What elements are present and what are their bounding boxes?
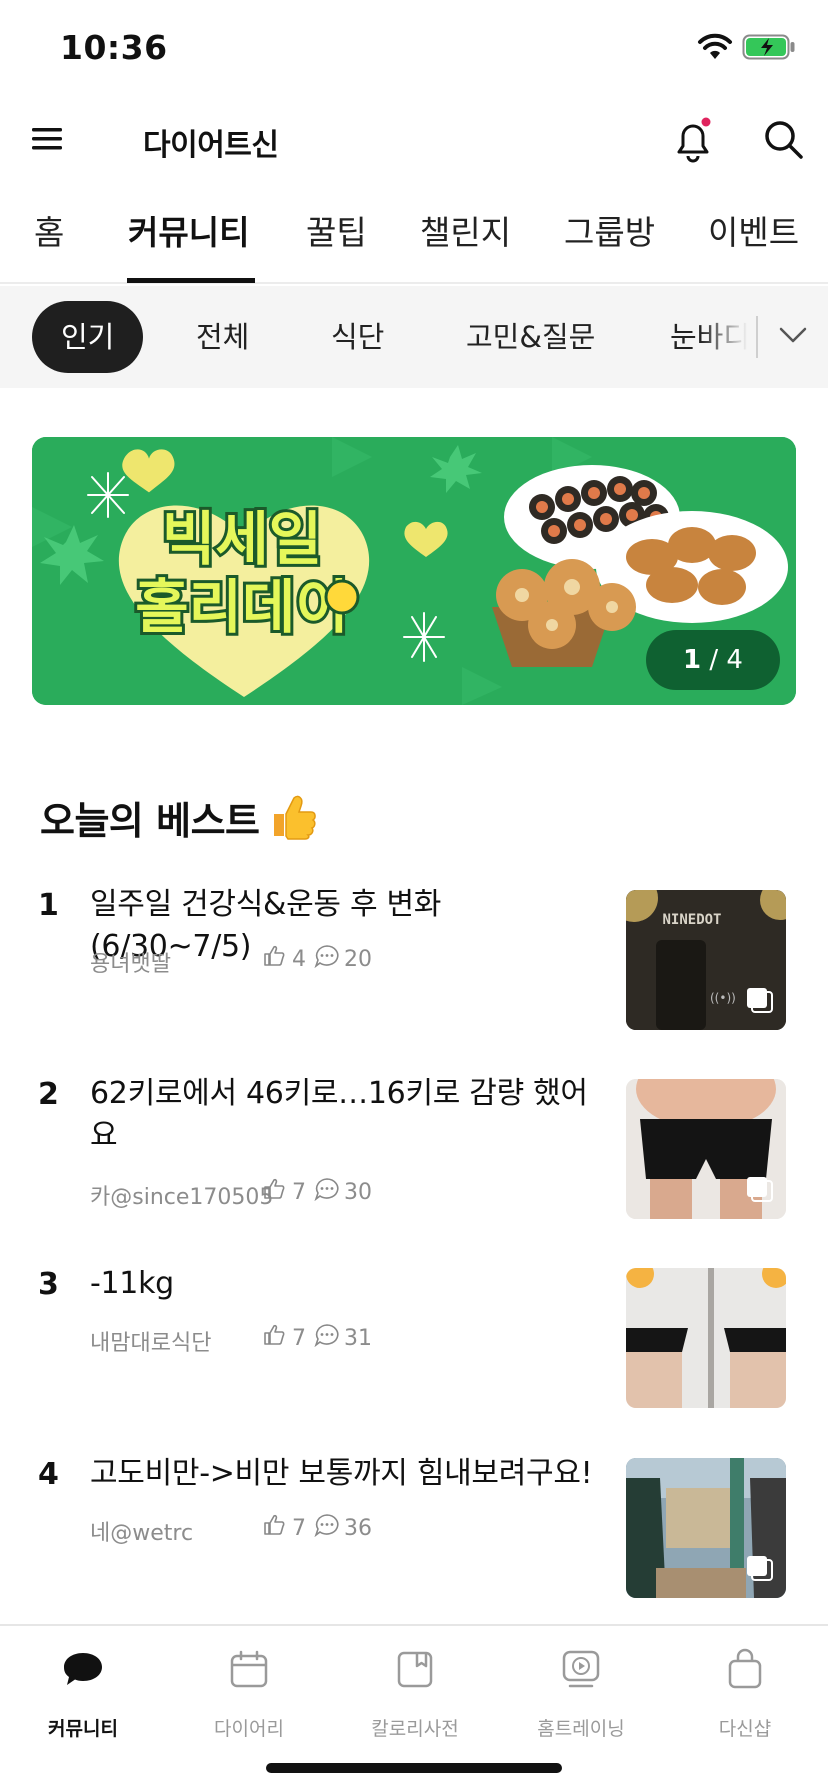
nav-label: 칼로리사전 — [371, 1718, 459, 1740]
tab-group-room[interactable]: 그룹방 — [564, 206, 655, 254]
chevron-down-icon[interactable] — [776, 318, 810, 352]
nav-label: 홈트레이닝 — [537, 1718, 625, 1740]
best-post-item[interactable]: 2 62키로에서 46키로…16키로 감량 했어요 카@since170505 … — [0, 1073, 828, 1233]
post-author: 카@since170505 — [90, 1185, 274, 1210]
tab-challenge[interactable]: 챌린지 — [420, 206, 511, 254]
nav-community[interactable]: 커뮤니티 — [0, 1640, 166, 1740]
thumbs-up-icon — [274, 795, 316, 840]
post-thumbnail — [626, 1458, 786, 1598]
post-author: 네@wetrc — [90, 1521, 194, 1546]
hamburger-menu-icon[interactable] — [30, 124, 64, 154]
multiple-images-icon — [747, 1177, 773, 1202]
post-title: -11kg — [90, 1266, 174, 1301]
play-video-icon — [562, 1650, 600, 1688]
like-icon — [264, 1324, 285, 1345]
comment-icon — [314, 1324, 339, 1347]
post-title: 62키로에서 46키로…16키로 감량 했어요 — [90, 1076, 588, 1153]
tab-community[interactable]: 커뮤니티 — [128, 206, 249, 254]
banner-page-indicator: 1 / 4 — [646, 630, 780, 690]
status-time: 10:36 — [60, 28, 168, 67]
post-rank: 3 — [38, 1267, 59, 1302]
home-indicator — [266, 1763, 562, 1773]
post-rank: 4 — [38, 1457, 59, 1492]
shopping-bag-icon — [728, 1648, 762, 1689]
promo-banner[interactable]: 빅세일 홀리데이 1 / 4 — [32, 437, 796, 705]
status-bar: 10:36 — [0, 0, 828, 100]
post-thumbnail — [626, 1268, 786, 1408]
comment-icon — [314, 1514, 339, 1537]
app-title: 다이어트신 — [143, 128, 279, 163]
post-author: 용녀뱃딸 — [90, 952, 171, 977]
multiple-images-icon — [747, 1556, 773, 1581]
like-icon — [264, 1178, 285, 1199]
best-post-item[interactable]: 1 일주일 건강식&운동 후 변화(6/30~7/5) 용녀뱃딸 4 20 NI… — [0, 884, 828, 1044]
nav-home-training[interactable]: 홈트레이닝 — [498, 1640, 664, 1740]
multiple-images-icon — [747, 988, 773, 1013]
nav-label: 다신샵 — [718, 1718, 772, 1740]
tab-tips[interactable]: 꿀팁 — [306, 206, 367, 254]
search-icon[interactable] — [762, 118, 804, 160]
notification-bell-icon[interactable] — [671, 116, 715, 164]
post-author: 내맘대로식단 — [90, 1331, 212, 1356]
chip-questions[interactable]: 고민&질문 — [466, 301, 595, 373]
active-tab-indicator — [127, 278, 255, 283]
comment-icon — [314, 945, 339, 968]
section-title: 오늘의 베스트 — [40, 799, 260, 843]
chip-popular[interactable]: 인기 — [32, 301, 144, 373]
nav-label: 다이어리 — [214, 1718, 284, 1740]
post-thumbnail: NINEDOT ((•)) — [626, 890, 786, 1030]
divider — [756, 316, 758, 358]
chip-all[interactable]: 전체 — [196, 301, 249, 373]
chat-bubble-icon — [64, 1653, 102, 1685]
nav-shop[interactable]: 다신샵 — [662, 1640, 828, 1740]
nav-calorie-dictionary[interactable]: 칼로리사전 — [332, 1640, 498, 1740]
post-thumbnail — [626, 1079, 786, 1219]
banner-title-line1: 빅세일 — [162, 505, 322, 573]
chip-fade-overlay — [700, 286, 760, 388]
best-post-item[interactable]: 4 고도비만->비만 보통까지 힘내보려구요! 네@wetrc 7 36 — [0, 1453, 828, 1613]
tab-home[interactable]: 홈 — [34, 206, 64, 254]
svg-text:((•)): ((•)) — [710, 991, 736, 1005]
post-title: 고도비만->비만 보통까지 힘내보려구요! — [90, 1456, 593, 1491]
main-tab-bar: 홈 커뮤니티 꿀팁 챌린지 그룹방 이벤트 — [0, 190, 828, 284]
sub-filter-bar: 인기 전체 식단 고민&질문 눈바디 — [0, 286, 828, 388]
like-icon — [264, 1514, 285, 1535]
wifi-icon — [698, 33, 732, 59]
nav-label: 커뮤니티 — [48, 1718, 118, 1740]
app-header: 다이어트신 — [0, 100, 828, 180]
tab-event[interactable]: 이벤트 — [708, 206, 799, 254]
notification-dot — [701, 117, 711, 127]
nav-diary[interactable]: 다이어리 — [166, 1640, 332, 1740]
post-rank: 2 — [38, 1077, 59, 1112]
svg-text:NINEDOT: NINEDOT — [662, 912, 721, 928]
book-icon — [397, 1651, 433, 1688]
calendar-icon — [230, 1650, 268, 1688]
banner-title-line2: 홀리데이 — [135, 573, 348, 641]
like-icon — [264, 945, 285, 966]
comment-icon — [314, 1178, 339, 1201]
battery-charging-icon — [742, 34, 795, 60]
best-post-item[interactable]: 3 -11kg 내맘대로식단 7 31 — [0, 1263, 828, 1423]
post-rank: 1 — [38, 888, 59, 923]
chip-diet[interactable]: 식단 — [331, 301, 384, 373]
